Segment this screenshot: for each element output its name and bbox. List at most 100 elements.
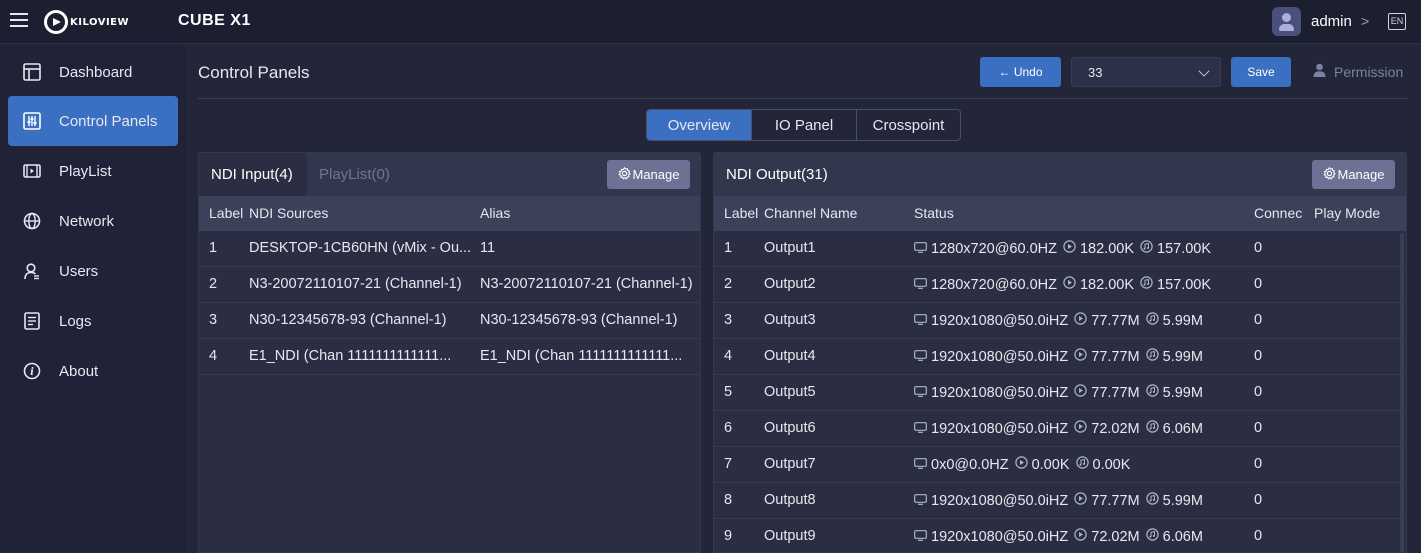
status-video-rate: 77.77M [1091, 348, 1140, 365]
table-row[interactable]: 1 Output1 1280x720@60.0HZ 182.00K 157.00K 0 [714, 231, 1406, 267]
row-connections: 0 [1254, 384, 1263, 400]
user-icon [1313, 63, 1326, 80]
column-header-ndi-sources[interactable]: NDI Sources [249, 205, 328, 221]
status-resolution: 1920x1080@50.0iHZ [931, 492, 1069, 509]
manage-button[interactable]: Manage [1312, 160, 1395, 189]
row-source: DESKTOP-1CB60HN (vMix - Ou... [249, 240, 472, 256]
status-resolution: 1280x720@60.0HZ [931, 240, 1057, 257]
tab-io-panel[interactable]: IO Panel [752, 110, 857, 140]
sidebar-item-control-panels[interactable]: Control Panels [8, 96, 178, 146]
control-panels-icon [22, 111, 42, 131]
status-video-rate: 72.02M [1091, 528, 1140, 545]
chevron-down-icon [1198, 65, 1210, 77]
column-header-label[interactable]: Label [724, 205, 758, 221]
table-row[interactable]: 9 Output9 1920x1080@50.0iHZ 72.02M 6.06M 0 [714, 519, 1406, 552]
row-channel-name: Output7 [764, 456, 816, 472]
undo-button[interactable]: ← Undo [980, 57, 1061, 87]
status-video-rate: 72.02M [1091, 420, 1140, 437]
row-source: N30-12345678-93 (Channel-1) [249, 312, 447, 328]
output-table-body: 1 Output1 1280x720@60.0HZ 182.00K 157.00K 0 2 O… [714, 231, 1406, 552]
tab-ndi-input[interactable]: NDI Input(4) [199, 153, 307, 196]
column-header-status[interactable]: Status [914, 205, 954, 221]
status-audio-rate: 6.06M [1162, 528, 1203, 545]
row-label: 1 [209, 240, 218, 256]
play-icon [1074, 492, 1087, 509]
playlist-icon [22, 161, 42, 181]
column-header-alias[interactable]: Alias [480, 205, 510, 221]
tab-overview[interactable]: Overview [647, 110, 752, 140]
table-row[interactable]: 1 DESKTOP-1CB60HN (vMix - Ou... 11 [199, 231, 700, 267]
row-channel-name: Output9 [764, 528, 816, 544]
row-source: E1_NDI (Chan 1111111111111... [249, 348, 452, 364]
status-video-rate: 0.00K [1031, 456, 1070, 473]
row-alias: 11 [480, 240, 496, 256]
language-icon[interactable]: EN [1388, 13, 1406, 30]
row-channel-name: Output3 [764, 312, 816, 328]
manage-button[interactable]: Manage [607, 160, 690, 189]
sidebar-item-about[interactable]: i About [8, 346, 178, 396]
monitor-icon [914, 529, 927, 545]
product-name: CUBE X1 [178, 12, 251, 29]
users-icon [22, 261, 42, 281]
panel-select-value: 33 [1088, 65, 1103, 80]
audio-icon [1145, 312, 1159, 329]
row-status: 1920x1080@50.0iHZ 77.77M 5.99M [914, 348, 1209, 365]
column-header-connections[interactable]: Connec [1254, 205, 1306, 221]
panel-select[interactable]: 33 [1071, 57, 1221, 87]
table-row[interactable]: 4 E1_NDI (Chan 1111111111111... E1_NDI (… [199, 339, 700, 375]
row-status: 1920x1080@50.0iHZ 77.77M 5.99M [914, 492, 1209, 509]
status-resolution: 1920x1080@50.0iHZ [931, 348, 1069, 365]
permission-button[interactable]: Permission [1313, 63, 1403, 80]
column-header-play-mode[interactable]: Play Mode [1314, 205, 1380, 221]
row-label: 5 [724, 384, 733, 400]
chevron-right-icon[interactable]: > [1361, 13, 1369, 29]
play-icon [1074, 348, 1087, 365]
table-row[interactable]: 2 N3-20072110107-21 (Channel-1) N3-20072… [199, 267, 700, 303]
table-row[interactable]: 2 Output2 1280x720@60.0HZ 182.00K 157.00K 0 [714, 267, 1406, 303]
status-video-rate: 77.77M [1091, 384, 1140, 401]
sidebar-item-label: Users [59, 262, 99, 280]
table-row[interactable]: 4 Output4 1920x1080@50.0iHZ 77.77M 5.99M 0 [714, 339, 1406, 375]
sidebar-item-playlist[interactable]: PlayList [8, 146, 178, 196]
audio-icon [1145, 384, 1159, 401]
status-resolution: 0x0@0.0HZ [931, 456, 1009, 473]
table-row[interactable]: 3 N30-12345678-93 (Channel-1) N30-123456… [199, 303, 700, 339]
table-row[interactable]: 3 Output3 1920x1080@50.0iHZ 77.77M 5.99M 0 [714, 303, 1406, 339]
table-row[interactable]: 5 Output5 1920x1080@50.0iHZ 77.77M 5.99M 0 [714, 375, 1406, 411]
tab-crosspoint[interactable]: Crosspoint [857, 110, 960, 140]
user-name[interactable]: admin [1311, 13, 1352, 30]
status-video-rate: 182.00K [1079, 276, 1134, 293]
table-row[interactable]: 8 Output8 1920x1080@50.0iHZ 77.77M 5.99M 0 [714, 483, 1406, 519]
row-label: 2 [209, 276, 218, 292]
column-header-label[interactable]: Label [209, 205, 243, 221]
status-audio-rate: 157.00K [1157, 276, 1212, 293]
sidebar-item-dashboard[interactable]: Dashboard [8, 47, 178, 97]
row-source: N3-20072110107-21 (Channel-1) [249, 276, 462, 292]
monitor-icon [914, 421, 927, 437]
status-audio-rate: 0.00K [1092, 456, 1131, 473]
table-row[interactable]: 6 Output6 1920x1080@50.0iHZ 72.02M 6.06M 0 [714, 411, 1406, 447]
status-resolution: 1280x720@60.0HZ [931, 276, 1057, 293]
tab-playlist[interactable]: PlayList(0) [307, 153, 407, 196]
status-audio-rate: 157.00K [1157, 240, 1212, 257]
sidebar-item-users[interactable]: Users [8, 246, 178, 296]
status-resolution: 1920x1080@50.0iHZ [931, 384, 1069, 401]
status-audio-rate: 5.99M [1162, 348, 1203, 365]
sidebar-item-network[interactable]: Network [8, 196, 178, 246]
menu-icon[interactable] [10, 12, 28, 28]
logo-mark-icon [44, 10, 68, 34]
save-button[interactable]: Save [1231, 57, 1291, 87]
monitor-icon [914, 493, 927, 509]
table-row[interactable]: 7 Output7 0x0@0.0HZ 0.00K 0.00K 0 [714, 447, 1406, 483]
status-video-rate: 77.77M [1091, 492, 1140, 509]
row-channel-name: Output6 [764, 420, 816, 436]
scrollbar[interactable] [1400, 233, 1404, 552]
view-tabs: Overview IO Panel Crosspoint [646, 109, 961, 141]
row-label: 4 [724, 348, 733, 364]
column-header-channel-name[interactable]: Channel Name [764, 205, 857, 221]
status-resolution: 1920x1080@50.0iHZ [931, 420, 1069, 437]
monitor-icon [914, 385, 927, 401]
avatar[interactable] [1272, 7, 1301, 36]
play-icon [1014, 456, 1028, 473]
sidebar-item-logs[interactable]: Logs [8, 296, 178, 346]
